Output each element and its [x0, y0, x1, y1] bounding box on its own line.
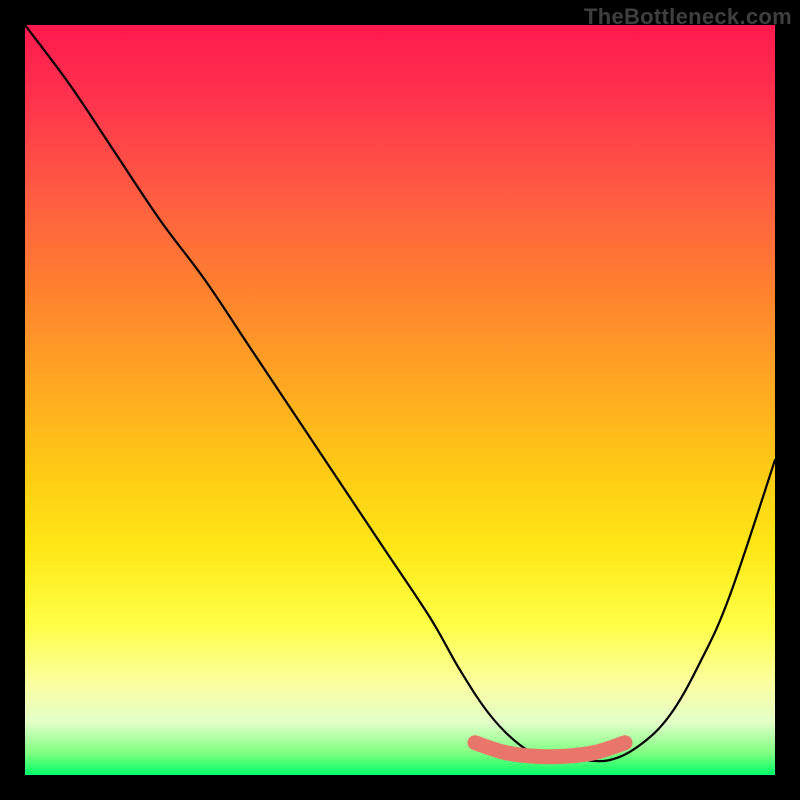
chart-frame — [25, 25, 775, 775]
optimal-band — [475, 743, 625, 757]
chart-svg — [25, 25, 775, 775]
bottleneck-curve — [25, 25, 775, 761]
watermark-text: TheBottleneck.com — [584, 4, 792, 30]
